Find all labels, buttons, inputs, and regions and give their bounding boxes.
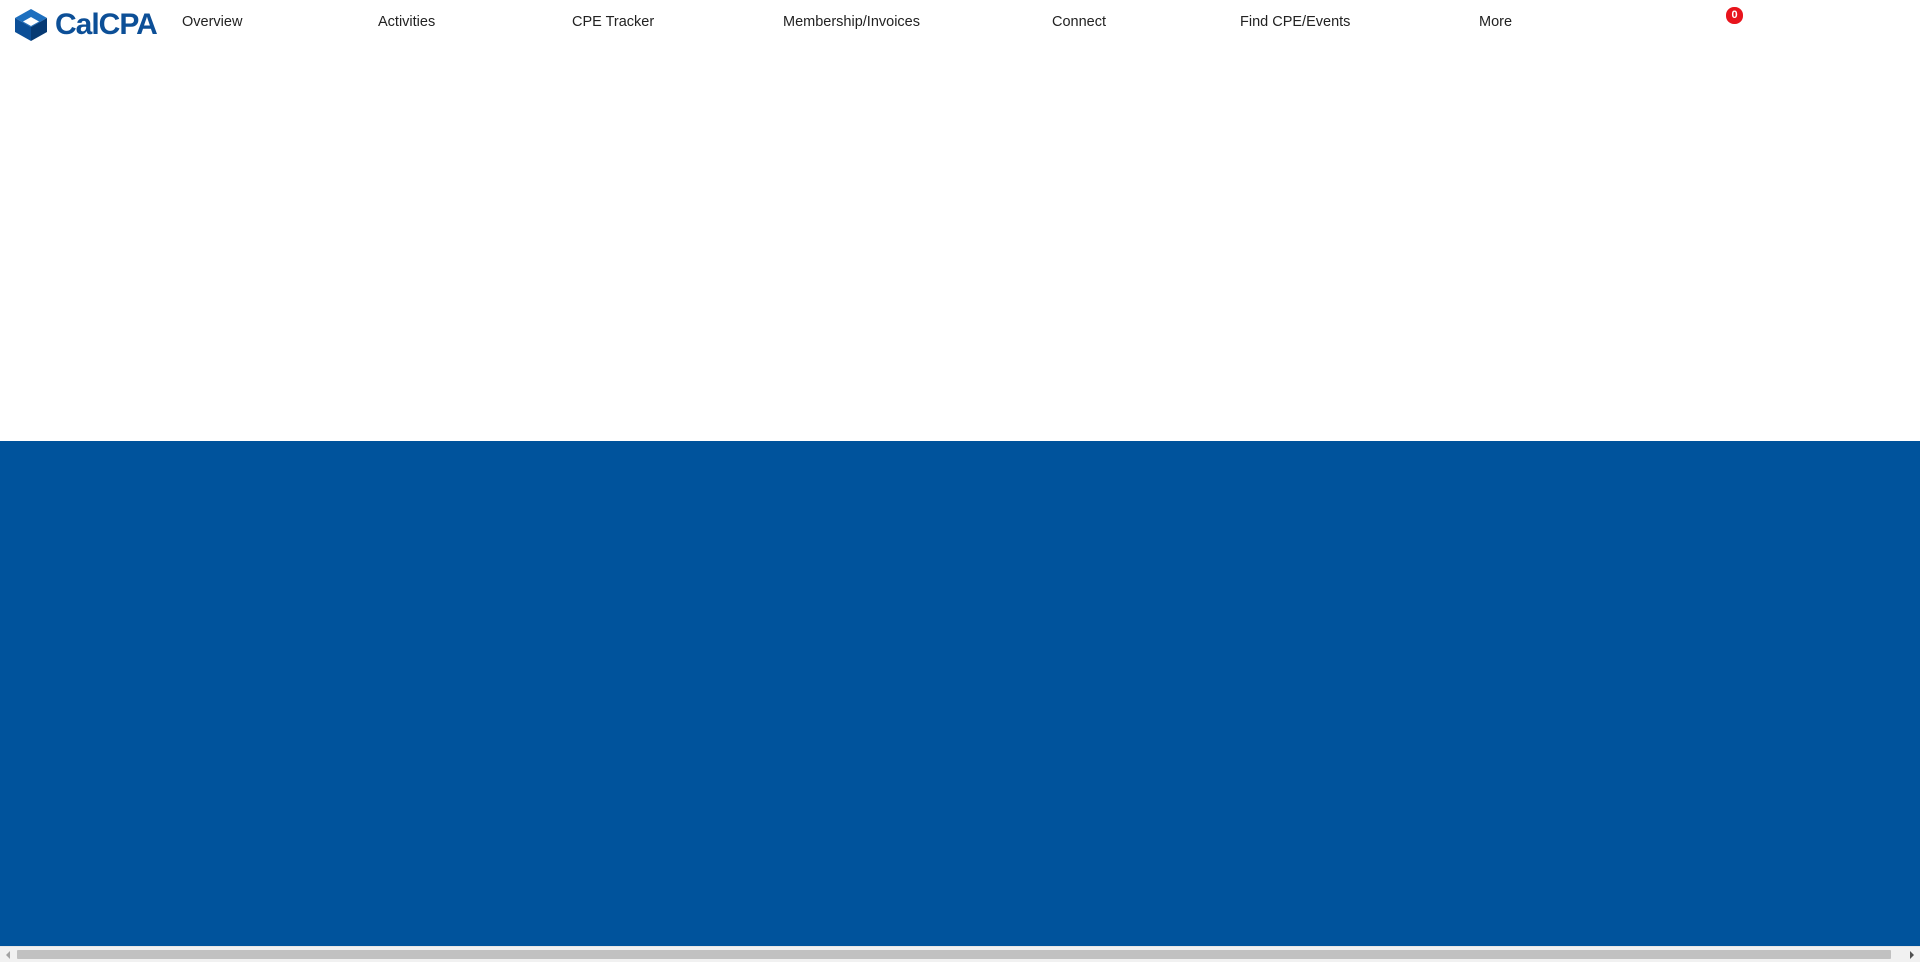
brand-name: CalCPA [55, 8, 158, 41]
scroll-thumb[interactable] [17, 950, 1891, 959]
calcpa-cube-logo-icon [15, 9, 47, 41]
hero-banner [0, 441, 1920, 946]
nav-item-more[interactable]: More [1479, 12, 1512, 32]
page: CalCPA Overview Activities CPE Tracker M… [0, 0, 1920, 962]
top-navigation-bar: CalCPA Overview Activities CPE Tracker M… [0, 0, 1920, 46]
calcpa-logo-link[interactable]: CalCPA [14, 8, 158, 42]
scroll-left-arrow-icon [6, 950, 10, 959]
cart-count-badge: 0 [1726, 7, 1743, 24]
nav-item-activities[interactable]: Activities [378, 12, 435, 32]
nav-item-connect[interactable]: Connect [1052, 12, 1106, 32]
nav-item-find-cpe-events[interactable]: Find CPE/Events [1240, 12, 1350, 32]
horizontal-scrollbar[interactable] [0, 946, 1920, 962]
scroll-right-arrow-icon [1910, 950, 1914, 959]
nav-item-membership-invoices[interactable]: Membership/Invoices [783, 12, 920, 32]
nav-item-overview[interactable]: Overview [182, 12, 242, 32]
scroll-left-button[interactable] [0, 947, 16, 962]
scroll-right-button[interactable] [1904, 947, 1920, 962]
nav-item-cpe-tracker[interactable]: CPE Tracker [572, 12, 654, 32]
